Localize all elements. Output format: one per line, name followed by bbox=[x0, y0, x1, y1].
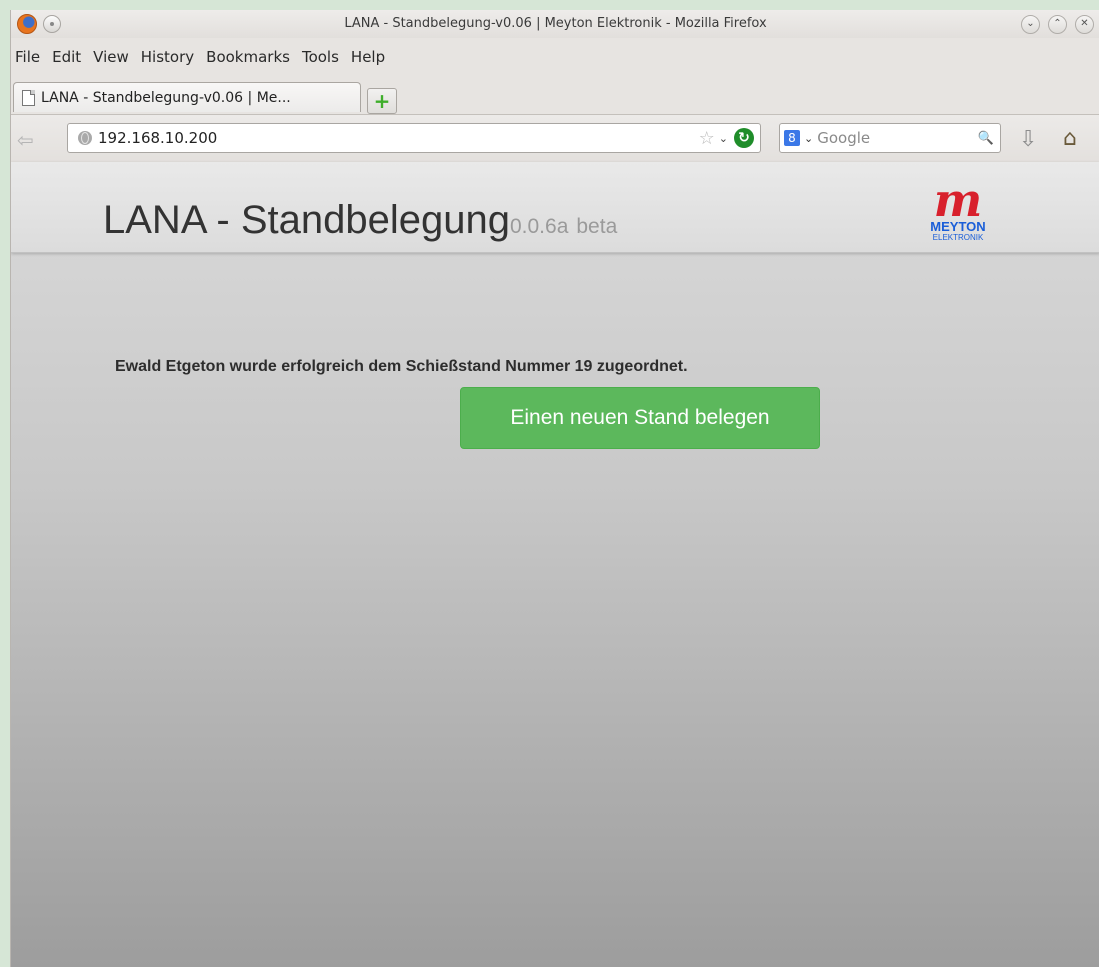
page-header: LANA - Standbelegung0.0.6a beta m MEYTON … bbox=[11, 162, 1099, 253]
binoculars-icon[interactable]: 🔍 bbox=[978, 131, 994, 146]
app-name: LANA - Standbelegung bbox=[103, 198, 510, 242]
menu-view[interactable]: View bbox=[89, 46, 133, 72]
reload-icon[interactable]: ↻ bbox=[734, 128, 754, 148]
menu-tools[interactable]: Tools bbox=[298, 46, 343, 72]
success-message: Ewald Etgeton wurde erfolgreich dem Schi… bbox=[115, 358, 688, 375]
minimize-button[interactable]: ⌄ bbox=[1021, 15, 1040, 34]
browser-window: LANA - Standbelegung-v0.06 | Meyton Elek… bbox=[10, 10, 1099, 967]
meyton-logo: m MEYTON ELEKTRONIK bbox=[923, 173, 993, 252]
logo-name: MEYTON bbox=[930, 219, 986, 234]
app-version: 0.0.6a bbox=[509, 215, 569, 238]
page-title: LANA - Standbelegung0.0.6a beta bbox=[103, 198, 617, 243]
globe-icon[interactable] bbox=[78, 131, 92, 145]
close-button[interactable]: ✕ bbox=[1075, 15, 1094, 34]
url-bar[interactable]: 192.168.10.200 ☆ ⌄ ↻ bbox=[67, 123, 761, 153]
tab-label: LANA - Standbelegung-v0.06 | Me... bbox=[41, 89, 291, 106]
home-icon[interactable]: ⌂ bbox=[1063, 126, 1077, 151]
new-tab-button[interactable]: + bbox=[367, 88, 397, 114]
url-dropdown-icon[interactable]: ⌄ bbox=[719, 132, 728, 145]
back-button[interactable]: ⇦ bbox=[17, 127, 43, 153]
window-controls: ⌄ ⌃ ✕ bbox=[1021, 15, 1094, 34]
page-content: LANA - Standbelegung0.0.6a beta m MEYTON … bbox=[11, 162, 1099, 967]
menu-history[interactable]: History bbox=[137, 46, 198, 72]
menu-help[interactable]: Help bbox=[347, 46, 389, 72]
logo-subtitle: ELEKTRONIK bbox=[932, 233, 984, 242]
menu-edit[interactable]: Edit bbox=[48, 46, 85, 72]
menu-file[interactable]: File bbox=[11, 46, 44, 72]
search-input[interactable]: Google bbox=[817, 129, 978, 147]
new-stand-button[interactable]: Einen neuen Stand belegen bbox=[460, 387, 820, 449]
url-input[interactable]: 192.168.10.200 bbox=[98, 129, 699, 147]
menu-bookmarks[interactable]: Bookmarks bbox=[202, 46, 294, 72]
menu-bar: File Edit View History Bookmarks Tools H… bbox=[11, 46, 389, 72]
navigation-bar: ⇦ 192.168.10.200 ☆ ⌄ ↻ 8 ⌄ Google 🔍 ⇩ ⌂ bbox=[11, 114, 1099, 163]
search-bar[interactable]: 8 ⌄ Google 🔍 bbox=[779, 123, 1001, 153]
tab-bar: LANA - Standbelegung-v0.06 | Me... + bbox=[11, 78, 1099, 114]
title-bar: LANA - Standbelegung-v0.06 | Meyton Elek… bbox=[11, 10, 1099, 38]
page-icon bbox=[22, 89, 35, 106]
logo-letter: m bbox=[933, 173, 983, 227]
search-engine-dropdown-icon[interactable]: ⌄ bbox=[804, 132, 813, 145]
google-engine-icon[interactable]: 8 bbox=[784, 130, 800, 146]
tab-lana[interactable]: LANA - Standbelegung-v0.06 | Me... bbox=[13, 82, 361, 112]
beta-badge: beta bbox=[576, 215, 618, 238]
download-icon[interactable]: ⇩ bbox=[1019, 127, 1037, 152]
bookmark-star-icon[interactable]: ☆ bbox=[699, 128, 715, 149]
maximize-button[interactable]: ⌃ bbox=[1048, 15, 1067, 34]
window-title: LANA - Standbelegung-v0.06 | Meyton Elek… bbox=[344, 16, 767, 31]
